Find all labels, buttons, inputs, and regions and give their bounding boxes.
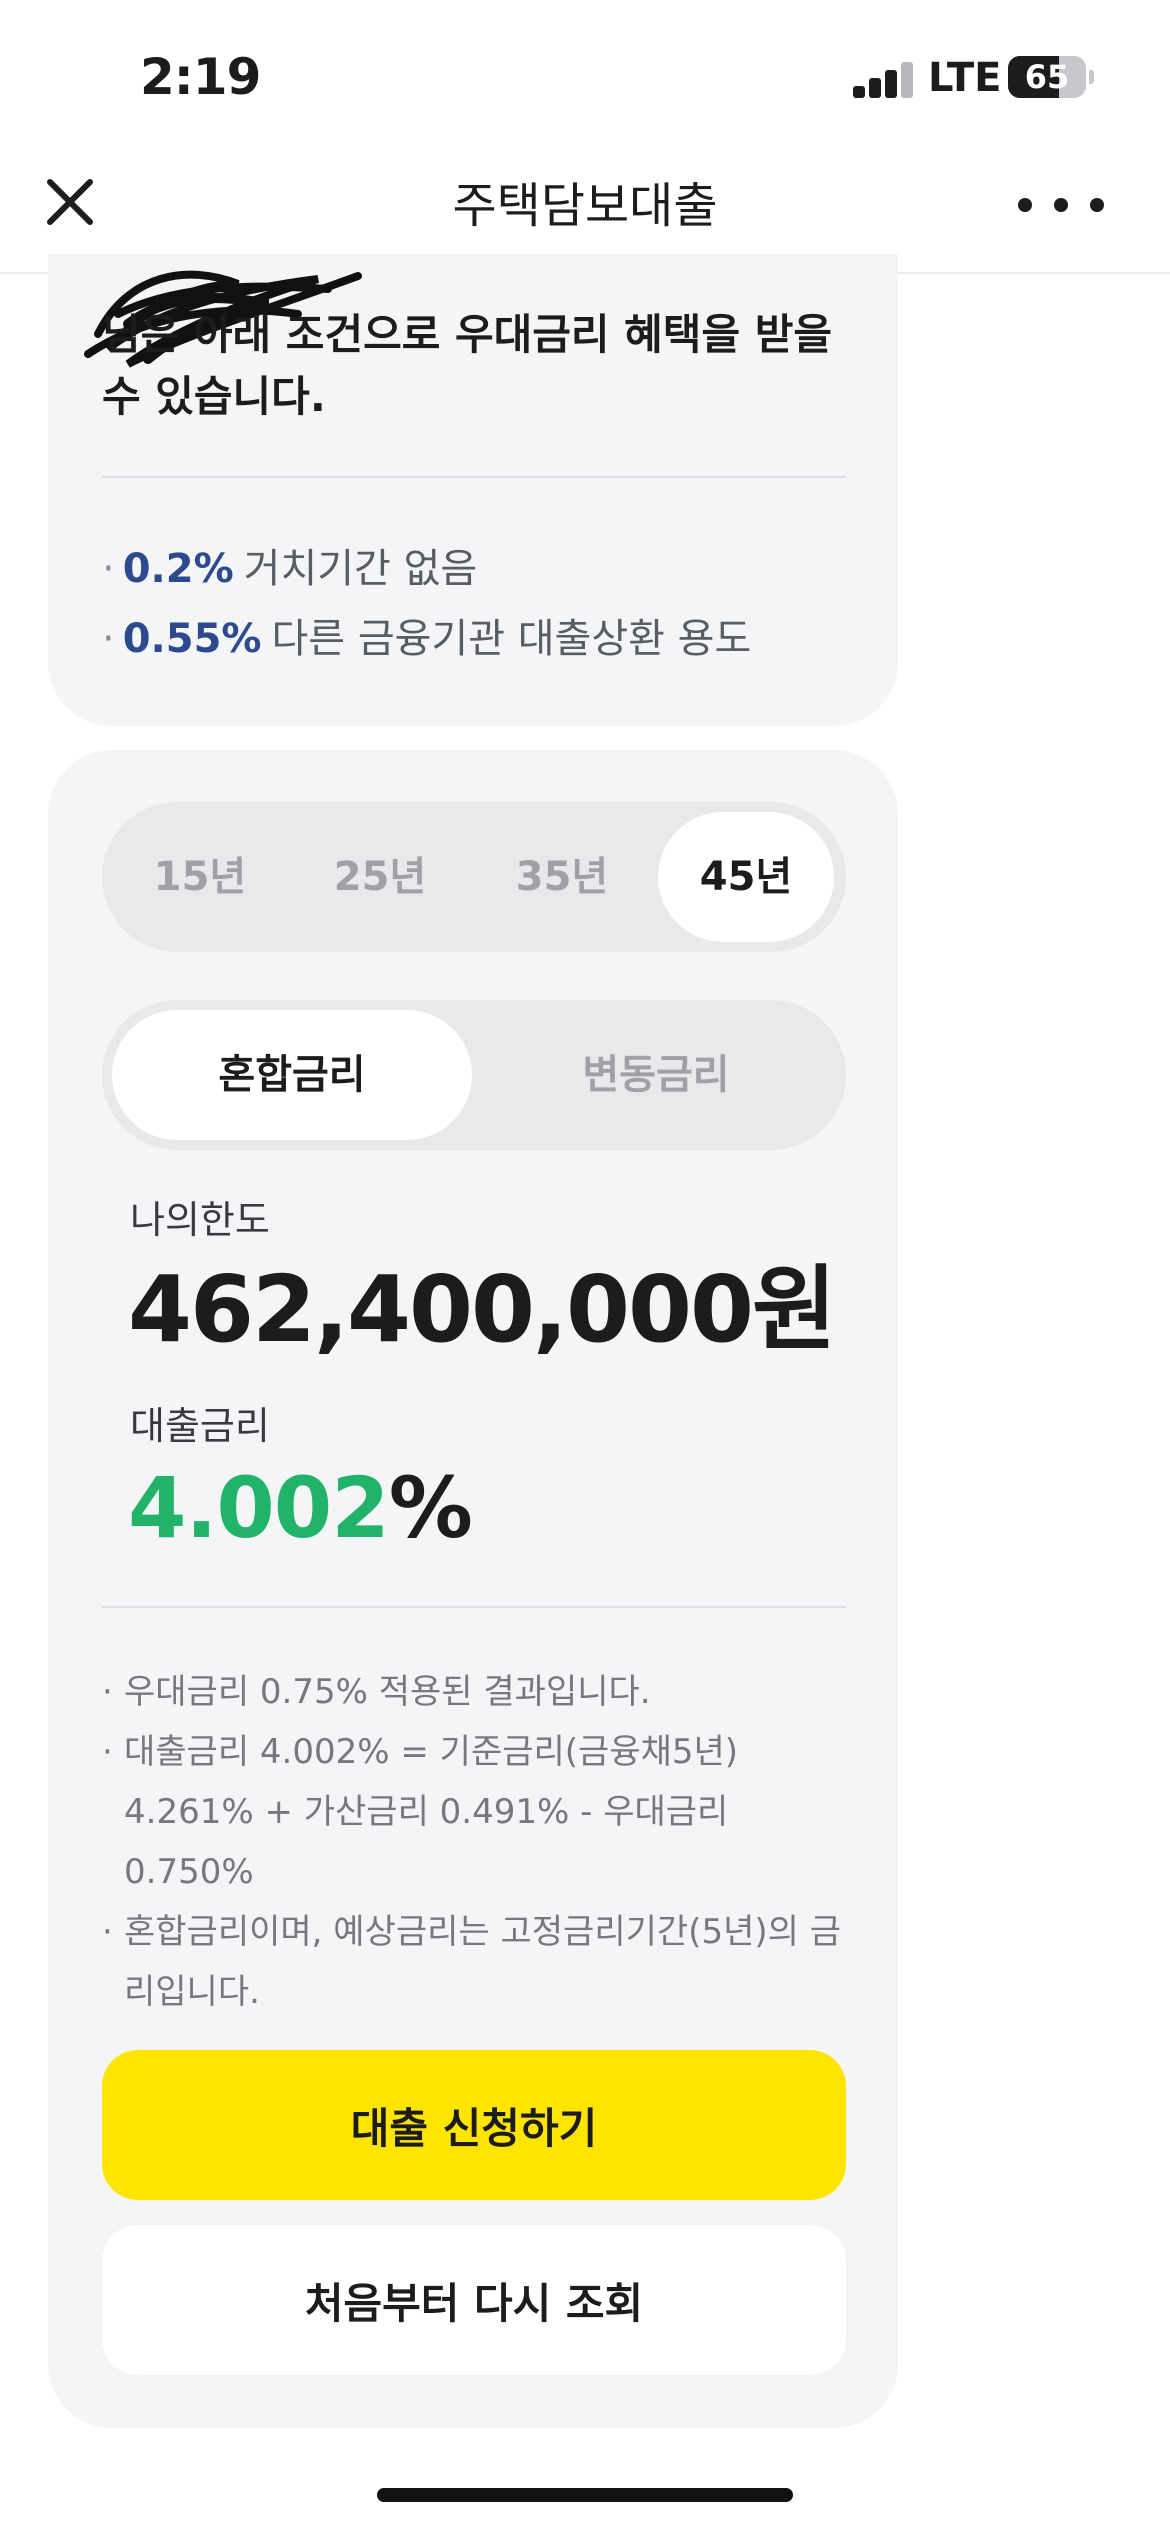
benefit-rate: 0.2%	[122, 546, 234, 592]
benefit-text: 다른 금융기관 대출상환 용도	[271, 616, 752, 662]
note-item: 혼합금리이며, 예상금리는 고정금리기간(5년)의 금리입니다.	[102, 1902, 862, 2022]
battery-level: 65	[1024, 58, 1070, 96]
battery-icon: 65	[1008, 56, 1086, 98]
rate-label: 대출금리	[130, 1404, 270, 1448]
loan-card: 15년 25년 35년 45년 혼합금리 변동금리 나의한도 462,400,0…	[48, 750, 898, 2428]
divider	[102, 1606, 846, 1608]
page-title: 주택담보대출	[452, 178, 718, 234]
term-option-15[interactable]: 15년	[112, 812, 288, 942]
more-icon[interactable]	[1010, 186, 1130, 222]
status-bar: 2:19 LTE 65	[0, 0, 1170, 150]
network-label: LTE	[928, 55, 1002, 101]
rate-number: 4.002	[128, 1459, 390, 1557]
signal-icon	[853, 60, 915, 98]
note-list: 우대금리 0.75% 적용된 결과입니다. 대출금리 4.002% = 기준금리…	[102, 1662, 862, 2022]
battery-cap	[1089, 70, 1094, 84]
limit-label: 나의한도	[130, 1198, 270, 1242]
term-option-35[interactable]: 35년	[474, 812, 650, 942]
term-option-45[interactable]: 45년	[658, 812, 834, 942]
rate-value: 4.002%	[128, 1452, 473, 1564]
rate-type-selector: 혼합금리 변동금리	[102, 1000, 846, 1150]
benefit-rate: 0.55%	[122, 616, 262, 662]
status-time: 2:19	[140, 48, 261, 106]
rate-unit: %	[388, 1459, 473, 1557]
note-item: 대출금리 4.002% = 기준금리(금융채5년) 4.261% + 가산금리 …	[102, 1722, 862, 1902]
home-indicator	[377, 2488, 793, 2502]
benefit-list: · 0.2% 거치기간 없음 · 0.55% 다른 금융기관 대출상환 용도	[102, 534, 751, 674]
divider	[102, 476, 846, 478]
benefit-card: 님은 아래 조건으로 우대금리 혜택을 받을 수 있습니다. · 0.2% 거치기간…	[48, 254, 898, 726]
benefit-item: · 0.55% 다른 금융기관 대출상환 용도	[102, 616, 752, 662]
rate-type-variable[interactable]: 변동금리	[476, 1010, 836, 1140]
term-selector: 15년 25년 35년 45년	[102, 802, 846, 952]
apply-loan-button[interactable]: 대출 신청하기	[102, 2050, 846, 2200]
term-option-25[interactable]: 25년	[292, 812, 468, 942]
note-item: 우대금리 0.75% 적용된 결과입니다.	[102, 1662, 862, 1722]
restart-search-button[interactable]: 처음부터 다시 조회	[102, 2225, 846, 2375]
benefit-text: 거치기간 없음	[243, 546, 478, 592]
benefit-item: · 0.2% 거치기간 없음	[102, 546, 478, 592]
benefit-title: 님은 아래 조건으로 우대금리 혜택을 받을 수 있습니다.	[102, 310, 832, 421]
limit-value: 462,400,000원	[128, 1256, 837, 1363]
rate-type-mixed[interactable]: 혼합금리	[112, 1010, 472, 1140]
